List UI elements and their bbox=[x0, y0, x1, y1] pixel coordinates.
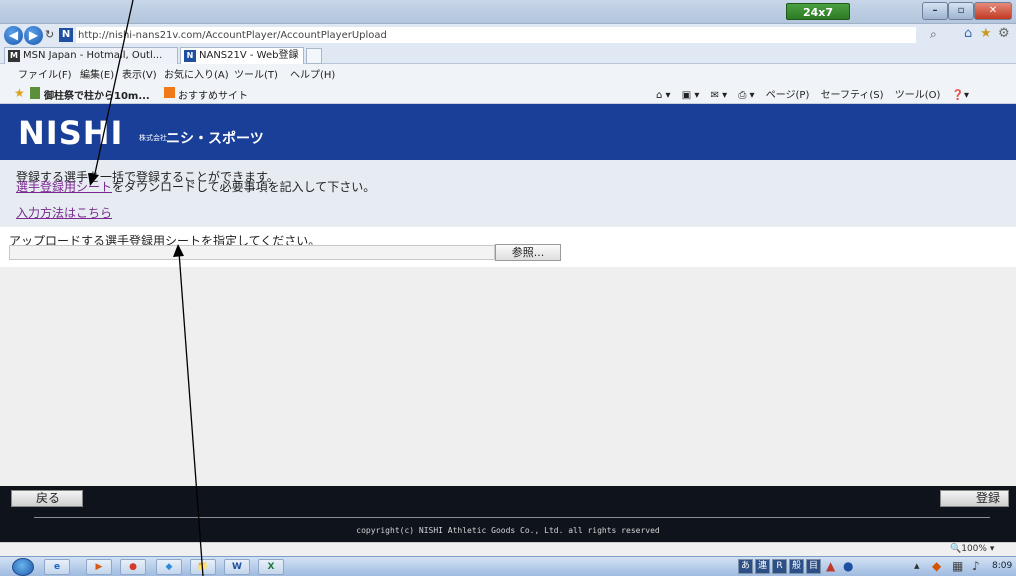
tab-row: M MSN Japan - Hotmail, Outl... N NANS21V… bbox=[0, 46, 1016, 64]
help-button[interactable]: 24x7 Help bbox=[786, 3, 850, 36]
ime-general-key[interactable]: 般 bbox=[789, 559, 804, 574]
tab-label: NANS21V - Web登録 bbox=[199, 50, 299, 61]
menu-tools-cmd[interactable]: ツール(O) bbox=[895, 86, 941, 101]
menu-edit[interactable]: 編集(E) bbox=[80, 66, 114, 81]
ime-pad-key[interactable]: 目 bbox=[806, 559, 821, 574]
suggested-sites-icon bbox=[164, 87, 175, 98]
gear-icon[interactable]: ⚙ bbox=[998, 26, 1010, 41]
tab-msn[interactable]: M MSN Japan - Hotmail, Outl... bbox=[4, 47, 178, 64]
minimize-button[interactable]: – bbox=[922, 2, 948, 20]
register-button[interactable]: 登録 bbox=[940, 490, 1009, 507]
nishi-favicon-icon: N bbox=[184, 50, 196, 62]
copyright-text: copyright(c) NISHI Athletic Goods Co., L… bbox=[356, 526, 660, 535]
page-icon bbox=[30, 87, 40, 99]
intro-section: 登録する選手を一括で登録することができます。 選手登録用シートをダウンロードして… bbox=[0, 160, 1016, 227]
taskbar-media-icon[interactable]: ▶ bbox=[86, 559, 112, 575]
command-bar: ⌂ ▾ ▣ ▾ ✉ ▾ ⎙ ▾ ページ(P) セーフティ(S) ツール(O) ❓… bbox=[656, 86, 977, 101]
browse-button[interactable]: 参照... bbox=[495, 244, 561, 261]
tab-label: MSN Japan - Hotmail, Outl... bbox=[23, 50, 163, 61]
ime-hiragana-key[interactable]: あ bbox=[738, 559, 753, 574]
page-content: 登録する選手を一括で登録することができます。 選手登録用シートをダウンロードして… bbox=[0, 160, 1016, 486]
tray-app-icon[interactable]: ◆ bbox=[932, 559, 941, 573]
start-button[interactable] bbox=[12, 558, 34, 576]
menu-safety[interactable]: セーフティ(S) bbox=[821, 86, 884, 101]
status-bar: 🔍100% ▾ bbox=[0, 542, 1016, 556]
site-header: NISHI 株式会社 ニシ・スポーツ bbox=[0, 104, 1016, 160]
ime-help-icon[interactable]: ● bbox=[843, 559, 853, 573]
company-name: ニシ・スポーツ bbox=[166, 131, 264, 147]
input-method-link[interactable]: 入力方法はこちら bbox=[16, 204, 112, 221]
volume-icon[interactable]: ♪ bbox=[972, 559, 980, 573]
clock[interactable]: 8:09 bbox=[992, 561, 1012, 571]
system-tray: あ 連 R 般 目 ▲ ● ▴ ◆ ▦ ♪ 8:09 bbox=[726, 558, 1016, 576]
menu-bar: ファイル(F) 編集(E) 表示(V) お気に入り(A) ツール(T) ヘルプ(… bbox=[0, 64, 1016, 82]
suggested-sites-link[interactable]: おすすめサイト bbox=[178, 87, 248, 102]
company-prefix: 株式会社 bbox=[139, 134, 167, 142]
favorite-link[interactable]: 御柱祭で柱から10m... bbox=[44, 87, 150, 102]
menu-favorites[interactable]: お気に入り(A) bbox=[164, 66, 229, 81]
tray-expand-icon[interactable]: ▴ bbox=[914, 559, 920, 572]
file-path-input[interactable] bbox=[9, 245, 495, 260]
site-favicon-icon: N bbox=[59, 28, 73, 42]
taskbar-chrome-icon[interactable]: ● bbox=[120, 559, 146, 575]
taskbar-word-icon[interactable]: W bbox=[224, 559, 250, 575]
forward-arrow-icon[interactable]: ▶ bbox=[24, 26, 43, 45]
upload-section: アップロードする選手登録用シートを指定してください。 参照... bbox=[0, 227, 1016, 267]
ime-tool-icon[interactable]: ▲ bbox=[826, 559, 835, 573]
zoom-level[interactable]: 🔍100% ▾ bbox=[950, 544, 994, 554]
taskbar-folder-icon[interactable]: 📁 bbox=[190, 559, 216, 575]
refresh-icon[interactable]: ↻ bbox=[45, 28, 57, 42]
msn-favicon-icon: M bbox=[8, 50, 20, 62]
page-footer: 戻る 登録 copyright(c) NISHI Athletic Goods … bbox=[0, 486, 1016, 542]
ime-r-key[interactable]: R bbox=[772, 559, 787, 574]
windows-taskbar: e ▶ ● ◆ 📁 W X あ 連 R 般 目 ▲ ● ▴ ◆ ▦ ♪ 8:09 bbox=[0, 556, 1016, 576]
close-window-button[interactable]: ✕ bbox=[974, 2, 1012, 20]
feeds-icon[interactable]: ▣ ▾ bbox=[682, 90, 700, 101]
menu-help[interactable]: ヘルプ(H) bbox=[290, 66, 335, 81]
network-icon[interactable]: ▦ bbox=[952, 559, 963, 573]
favorites-star-icon[interactable]: ★ bbox=[14, 86, 25, 100]
window-title-bar: 24x7 Help – ▫ ✕ bbox=[0, 0, 1016, 36]
back-button[interactable]: 戻る bbox=[11, 490, 83, 507]
menu-view[interactable]: 表示(V) bbox=[122, 66, 157, 81]
tab-nans21v[interactable]: N NANS21V - Web登録 × bbox=[180, 47, 304, 64]
intro-text-rest: をダウンロードして必要事項を記入して下さい。 bbox=[112, 180, 376, 194]
new-tab-button[interactable] bbox=[306, 48, 322, 64]
taskbar-excel-icon[interactable]: X bbox=[258, 559, 284, 575]
home-icon[interactable]: ⌂ ▾ bbox=[656, 90, 671, 101]
mail-icon[interactable]: ✉ ▾ bbox=[711, 90, 728, 101]
maximize-button[interactable]: ▫ bbox=[948, 2, 974, 20]
address-row: ◀ ▶ ↻ N ⌕ ⌂ ★ ⚙ bbox=[0, 24, 1016, 46]
menu-file[interactable]: ファイル(F) bbox=[18, 66, 72, 81]
menu-tools[interactable]: ツール(T) bbox=[234, 66, 278, 81]
zoom-value: 100% bbox=[961, 544, 987, 554]
footer-divider bbox=[34, 517, 990, 518]
address-bar-input[interactable] bbox=[76, 27, 916, 43]
home-icon[interactable]: ⌂ bbox=[964, 26, 972, 41]
close-tab-icon[interactable]: × bbox=[291, 48, 299, 63]
print-icon[interactable]: ⎙ ▾ bbox=[738, 90, 754, 101]
back-arrow-icon[interactable]: ◀ bbox=[4, 26, 23, 45]
taskbar-app-icon[interactable]: ◆ bbox=[156, 559, 182, 575]
favorites-star-icon[interactable]: ★ bbox=[980, 26, 992, 41]
help-icon[interactable]: ❓▾ bbox=[952, 90, 969, 101]
menu-page[interactable]: ページ(P) bbox=[766, 86, 810, 101]
ime-conversion-key[interactable]: 連 bbox=[755, 559, 770, 574]
nishi-logo: NISHI bbox=[18, 114, 124, 152]
search-icon[interactable]: ⌕ bbox=[930, 27, 937, 42]
zoom-icon: 🔍 bbox=[950, 544, 962, 554]
favorites-bar: ★ 御柱祭で柱から10m... おすすめサイト ⌂ ▾ ▣ ▾ ✉ ▾ ⎙ ▾ … bbox=[0, 82, 1016, 104]
player-sheet-link[interactable]: 選手登録用シート bbox=[16, 180, 112, 194]
taskbar-ie-icon[interactable]: e bbox=[44, 559, 70, 575]
intro-text-download: 選手登録用シートをダウンロードして必要事項を記入して下さい。 bbox=[16, 178, 375, 195]
